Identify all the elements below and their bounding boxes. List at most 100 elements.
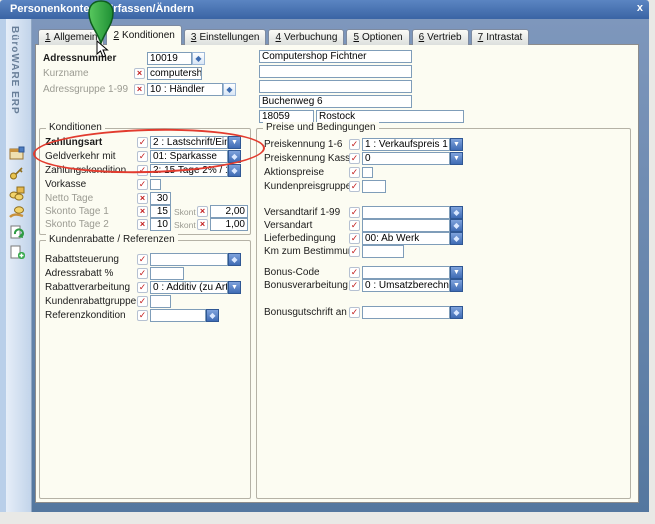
field-check-icon[interactable]: ✓	[349, 220, 360, 231]
bonus-code-combobox[interactable]	[362, 266, 450, 279]
combo-arrow-icon[interactable]: ▼	[450, 266, 463, 279]
field-row-rabattsteuerung: Rabattsteuerung ✓ ◆	[45, 253, 241, 266]
field-check-icon[interactable]: ✓	[349, 233, 360, 244]
skonto-prozent-2-input[interactable]: 1,00	[210, 218, 248, 231]
zahlungsart-combobox[interactable]: 2 : Lastschrift/Einzugserm	[150, 136, 228, 149]
field-check-icon[interactable]: ✓	[349, 280, 360, 291]
combo-arrow-icon[interactable]: ▼	[228, 136, 241, 149]
name2-input[interactable]	[259, 65, 412, 78]
field-check-icon[interactable]: ✓	[349, 181, 360, 192]
field-check-icon[interactable]: ✓	[137, 165, 148, 176]
field-clear-icon[interactable]: ×	[137, 206, 148, 217]
field-check-icon[interactable]: ✓	[349, 207, 360, 218]
field-check-icon[interactable]: ✓	[349, 139, 360, 150]
kundenpreisgruppe-input[interactable]	[362, 180, 386, 193]
field-check-icon[interactable]: ✓	[137, 137, 148, 148]
name3-input[interactable]	[259, 80, 412, 93]
tab-intrastat[interactable]: 7Intrastat	[471, 29, 530, 45]
tab-vertrieb[interactable]: 6Vertrieb	[412, 29, 469, 45]
skonto-tage-1-input[interactable]: 15	[150, 205, 171, 218]
combo-arrow-icon[interactable]: ▼	[450, 152, 463, 165]
brand-label: BüroWARE ERP	[9, 26, 20, 115]
field-check-icon[interactable]: ✓	[137, 296, 148, 307]
coins-icon[interactable]	[9, 186, 25, 201]
bonusverarbeitung-combobox[interactable]: 0 : Umsatzberechnung Adr	[362, 279, 450, 292]
tab-verbuchung[interactable]: 4Verbuchung	[268, 29, 344, 45]
tab-optionen[interactable]: 5Optionen	[346, 29, 409, 45]
field-row-adressgruppe: Adressgruppe 1-99 × 10 : Händler ◆	[43, 83, 236, 96]
field-check-icon[interactable]: ✓	[349, 246, 360, 257]
name1-input[interactable]: Computershop Fichtner	[259, 50, 412, 63]
adressgruppe-combobox[interactable]: 10 : Händler	[147, 83, 223, 96]
lookup-icon[interactable]: ◆	[228, 164, 241, 177]
field-check-icon[interactable]: ✓	[137, 310, 148, 321]
field-clear-icon[interactable]: ×	[137, 219, 148, 230]
field-row-referenzkondition: Referenzkondition ✓ ◆	[45, 309, 219, 322]
lookup-icon[interactable]: ◆	[228, 253, 241, 266]
field-row-kundenpreisgruppe: Kundenpreisgruppe ✓	[264, 180, 386, 193]
skonto-prozent-1-input[interactable]: 2,00	[210, 205, 248, 218]
lookup-icon[interactable]: ◆	[450, 206, 463, 219]
combo-arrow-icon[interactable]: ▼	[450, 279, 463, 292]
versandart-input[interactable]	[362, 219, 450, 232]
geldverkehr-combobox[interactable]: 01: Sparkasse	[150, 150, 228, 163]
field-clear-icon[interactable]: ×	[134, 68, 145, 79]
payment-icon[interactable]	[9, 205, 25, 220]
km-bestimmungsort-input[interactable]	[362, 245, 404, 258]
lookup-icon[interactable]: ◆	[223, 83, 236, 96]
lookup-icon[interactable]: ◆	[228, 150, 241, 163]
referenzkondition-input[interactable]	[150, 309, 206, 322]
rabattverarbeitung-combobox[interactable]: 0 : Additiv (zu Artikel/WGR	[150, 281, 228, 294]
field-row-zahlungsart: Zahlungsart ✓ 2 : Lastschrift/Einzugserm…	[45, 136, 241, 149]
field-row-vorkasse: Vorkasse ✓	[45, 178, 161, 191]
combo-arrow-icon[interactable]: ▼	[450, 138, 463, 151]
preiskennung-kasse-combobox[interactable]: 0	[362, 152, 450, 165]
tab-einstellungen[interactable]: 3Einstellungen	[184, 29, 267, 45]
versandtarif-input[interactable]	[362, 206, 450, 219]
zahlungskondition-combobox[interactable]: 2: 15 Tage 2% / 10 Tag	[150, 164, 228, 177]
field-clear-icon[interactable]: ×	[137, 193, 148, 204]
field-check-icon[interactable]: ✓	[349, 307, 360, 318]
field-check-icon[interactable]: ✓	[349, 153, 360, 164]
field-clear-icon[interactable]: ×	[197, 206, 208, 217]
field-clear-icon[interactable]: ×	[197, 219, 208, 230]
aktionspreise-checkbox[interactable]	[362, 167, 373, 178]
vorkasse-checkbox[interactable]	[150, 179, 161, 190]
field-row-zahlungskondition: Zahlungskondition ✓ 2: 15 Tage 2% / 10 T…	[45, 164, 241, 177]
combo-arrow-icon[interactable]: ▼	[228, 281, 241, 294]
document-refresh-icon[interactable]	[9, 225, 25, 240]
key-icon[interactable]	[9, 166, 25, 181]
lookup-icon[interactable]: ◆	[192, 52, 205, 65]
bonusgutschrift-input[interactable]	[362, 306, 450, 319]
document-add-icon[interactable]	[9, 245, 25, 260]
field-row-versandart: Versandart ✓ ◆	[264, 219, 463, 232]
lookup-icon[interactable]: ◆	[450, 232, 463, 245]
lieferbedingung-combobox[interactable]: 00: Ab Werk	[362, 232, 450, 245]
street-input[interactable]: Buchenweg 6	[259, 95, 412, 108]
kurzname-input[interactable]: computersh	[147, 67, 202, 80]
close-icon[interactable]: x	[637, 0, 643, 17]
field-check-icon[interactable]: ✓	[137, 179, 148, 190]
lookup-icon[interactable]: ◆	[450, 219, 463, 232]
skonto-tage-2-input[interactable]: 10	[150, 218, 171, 231]
group-legend: Kundenrabatte / Referenzen	[46, 234, 178, 245]
preiskennung-combobox[interactable]: 1 : Verkaufspreis 1	[362, 138, 450, 151]
kundenrabattgruppe-input[interactable]	[150, 295, 171, 308]
field-check-icon[interactable]: ✓	[137, 282, 148, 293]
netto-tage-input[interactable]: 30	[150, 192, 171, 205]
adressrabatt-input[interactable]	[150, 267, 184, 280]
field-clear-icon[interactable]: ×	[134, 84, 145, 95]
adressnummer-input[interactable]: 10019	[147, 52, 192, 65]
rabattsteuerung-combobox[interactable]	[150, 253, 228, 266]
lookup-icon[interactable]: ◆	[206, 309, 219, 322]
field-check-icon[interactable]: ✓	[349, 267, 360, 278]
form-icon[interactable]	[9, 146, 25, 161]
mouse-cursor	[96, 40, 109, 59]
field-check-icon[interactable]: ✓	[349, 167, 360, 178]
group-konditionen: Konditionen Zahlungsart ✓ 2 : Lastschrif…	[39, 128, 251, 235]
field-check-icon[interactable]: ✓	[137, 254, 148, 265]
field-check-icon[interactable]: ✓	[137, 151, 148, 162]
lookup-icon[interactable]: ◆	[450, 306, 463, 319]
tab-konditionen[interactable]: 2Konditionen	[106, 25, 181, 45]
field-check-icon[interactable]: ✓	[137, 268, 148, 279]
